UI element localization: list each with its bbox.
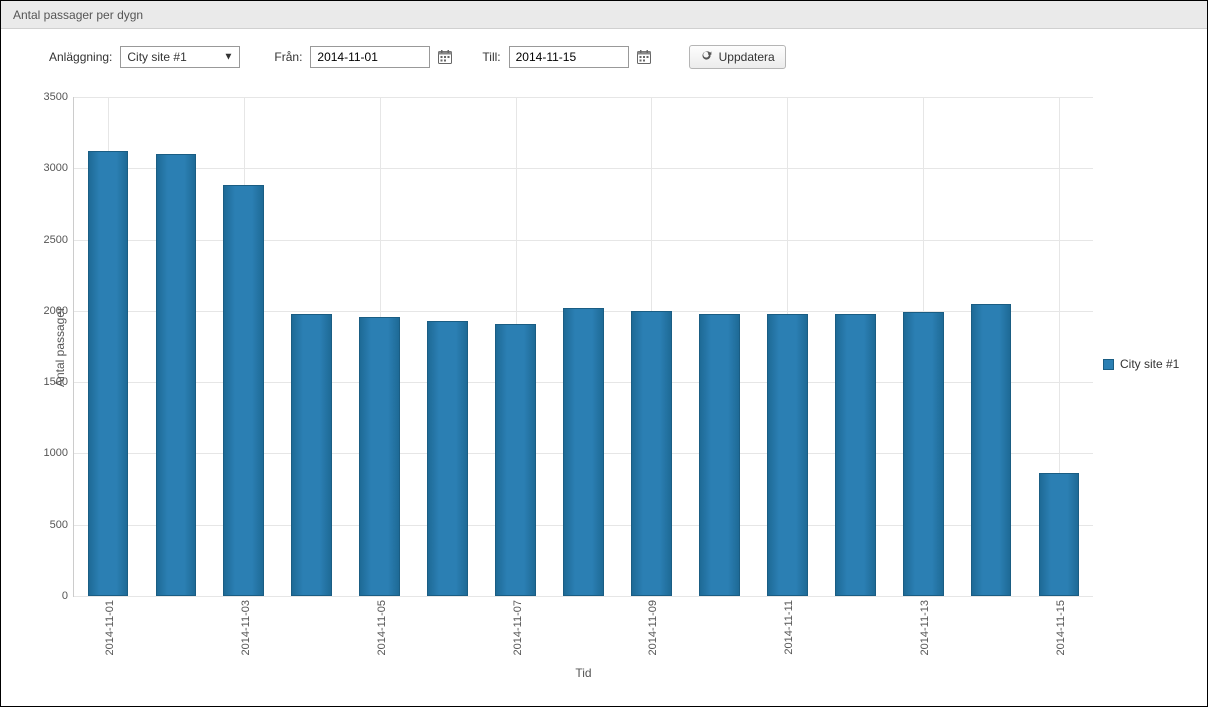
chevron-down-icon: ▼ [223, 52, 233, 63]
facility-select-value: City site #1 [127, 50, 186, 64]
chart-bar[interactable] [88, 151, 129, 596]
app-window: Antal passager per dygn Anläggning: City… [0, 0, 1208, 707]
chart-bar[interactable] [156, 154, 197, 596]
chart-bar[interactable] [291, 314, 332, 596]
x-axis-label: Tid [575, 666, 591, 680]
chart-bar[interactable] [495, 324, 536, 596]
panel-header: Antal passager per dygn [1, 1, 1207, 29]
x-tick-label: 2014-11-13 [919, 596, 931, 655]
y-tick-label: 1000 [32, 447, 68, 459]
panel-title: Antal passager per dygn [13, 8, 143, 22]
to-label: Till: [482, 50, 500, 64]
gridline-h [74, 97, 1093, 98]
chart-legend: City site #1 [1103, 357, 1179, 371]
x-tick-label: 2014-11-03 [240, 596, 252, 655]
chart-bar[interactable] [631, 311, 672, 596]
x-tick-label: 2014-11-05 [376, 596, 388, 655]
update-button[interactable]: Uppdatera [689, 45, 786, 69]
chart-bar[interactable] [359, 317, 400, 596]
chart-area: Antal passager Tid 0 500 1000 1500 2000 2500 3… [9, 87, 1201, 697]
from-label: Från: [274, 50, 302, 64]
y-tick-label: 2500 [32, 234, 68, 246]
y-tick-label: 2000 [32, 305, 68, 317]
y-tick-label: 1500 [32, 376, 68, 388]
gridline-h [74, 168, 1093, 169]
calendar-icon[interactable] [436, 48, 454, 66]
legend-swatch [1103, 359, 1114, 370]
chart-bar[interactable] [699, 314, 740, 596]
chart-bar[interactable] [427, 321, 468, 596]
chart-bar[interactable] [563, 308, 604, 596]
update-button-label: Uppdatera [719, 50, 775, 64]
chart-bar[interactable] [903, 312, 944, 596]
chart-plot: Antal passager Tid 050010001500200025003… [73, 97, 1093, 597]
x-tick-label: 2014-11-01 [104, 596, 116, 655]
x-tick-label: 2014-11-07 [512, 596, 524, 655]
y-tick-label: 500 [32, 519, 68, 531]
calendar-icon[interactable] [635, 48, 653, 66]
toolbar: Anläggning: City site #1 ▼ Från: [1, 29, 1207, 79]
refresh-icon [700, 49, 713, 65]
chart-bar[interactable] [223, 185, 264, 596]
y-tick-label: 0 [32, 590, 68, 602]
x-tick-label: 2014-11-11 [783, 596, 795, 655]
from-date-input[interactable] [310, 46, 430, 68]
facility-select[interactable]: City site #1 ▼ [120, 46, 240, 68]
y-tick-label: 3000 [32, 162, 68, 174]
facility-label: Anläggning: [49, 50, 112, 64]
x-tick-label: 2014-11-15 [1055, 596, 1067, 655]
y-axis-label: Antal passager [53, 306, 67, 386]
from-date-group: Från: [274, 46, 454, 68]
legend-label: City site #1 [1120, 357, 1179, 371]
gridline-h [74, 596, 1093, 597]
chart-bar[interactable] [1039, 473, 1080, 596]
chart-bar[interactable] [835, 314, 876, 596]
to-date-input[interactable] [509, 46, 629, 68]
x-tick-label: 2014-11-09 [647, 596, 659, 655]
y-tick-label: 3500 [32, 91, 68, 103]
to-date-group: Till: [482, 46, 652, 68]
chart-bar[interactable] [767, 314, 808, 596]
chart-bar[interactable] [971, 304, 1012, 596]
